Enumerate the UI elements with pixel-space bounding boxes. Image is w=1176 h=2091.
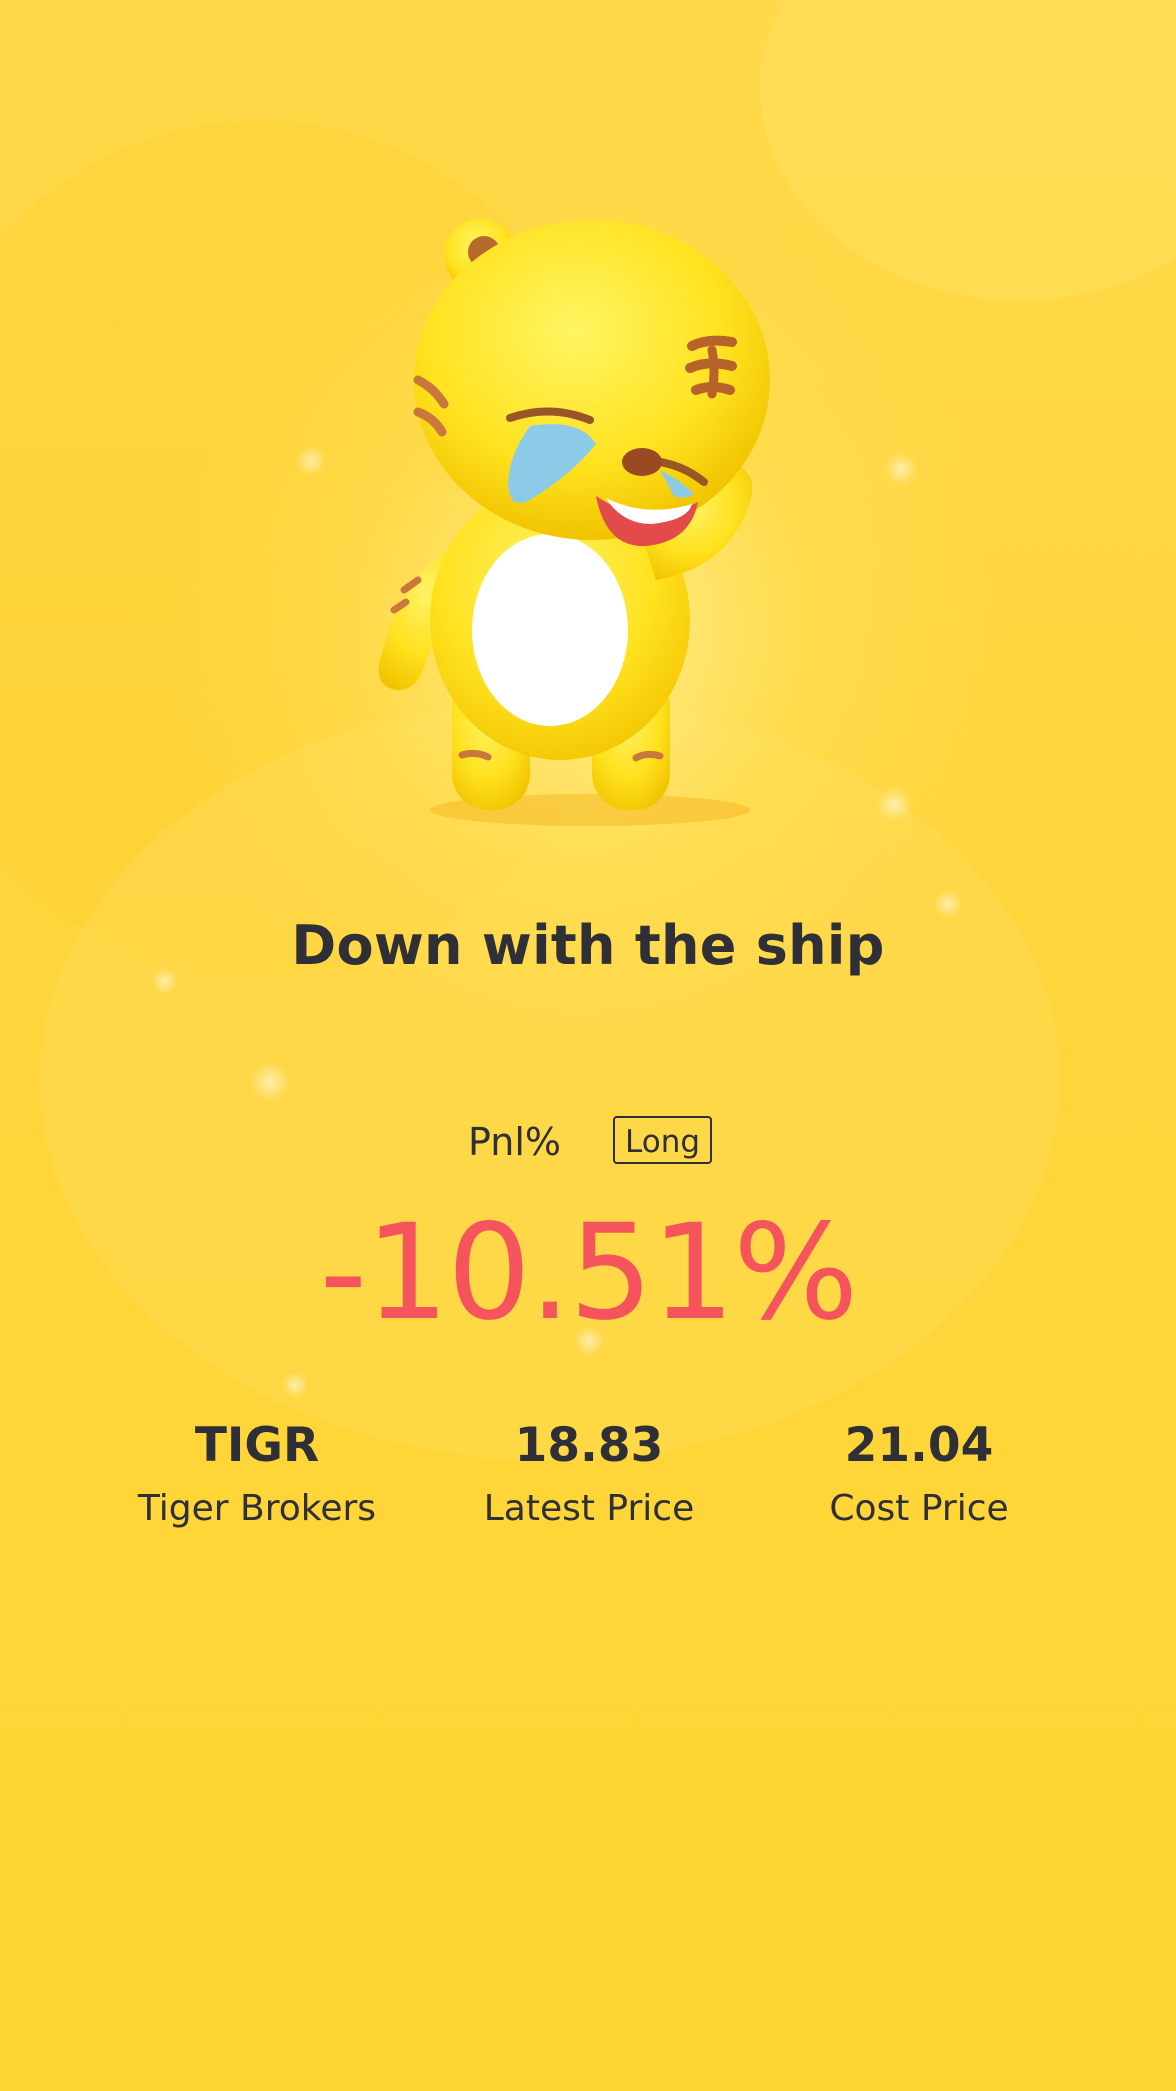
position-direction-badge: Long <box>613 1116 713 1164</box>
sparkle <box>884 452 918 486</box>
pnl-header: Pnl% Long <box>0 1116 1176 1170</box>
stat-ticker: TIGR Tiger Brokers <box>92 1418 422 1529</box>
stat-value: TIGR <box>194 1418 320 1473</box>
sparkle <box>282 1372 308 1398</box>
stock-stats: TIGR Tiger Brokers 18.83 Latest Price 21… <box>0 1418 1176 1558</box>
stat-value: 18.83 <box>514 1418 664 1473</box>
stat-value: 21.04 <box>844 1418 994 1473</box>
page-title: Down with the ship <box>291 914 885 977</box>
sparkle <box>296 446 326 476</box>
sparkle <box>876 786 912 822</box>
stat-cost-price: 21.04 Cost Price <box>754 1418 1084 1529</box>
stat-latest-price: 18.83 Latest Price <box>424 1418 754 1529</box>
stat-label: Tiger Brokers <box>137 1488 377 1529</box>
stat-label: Latest Price <box>483 1488 695 1529</box>
crying-tiger-mascot <box>378 219 770 826</box>
sparkle <box>250 1062 290 1102</box>
stat-label: Cost Price <box>829 1488 1009 1529</box>
pnl-percentage-value: -10.51% <box>319 1196 859 1350</box>
pnl-label: Pnl% <box>468 1120 561 1164</box>
